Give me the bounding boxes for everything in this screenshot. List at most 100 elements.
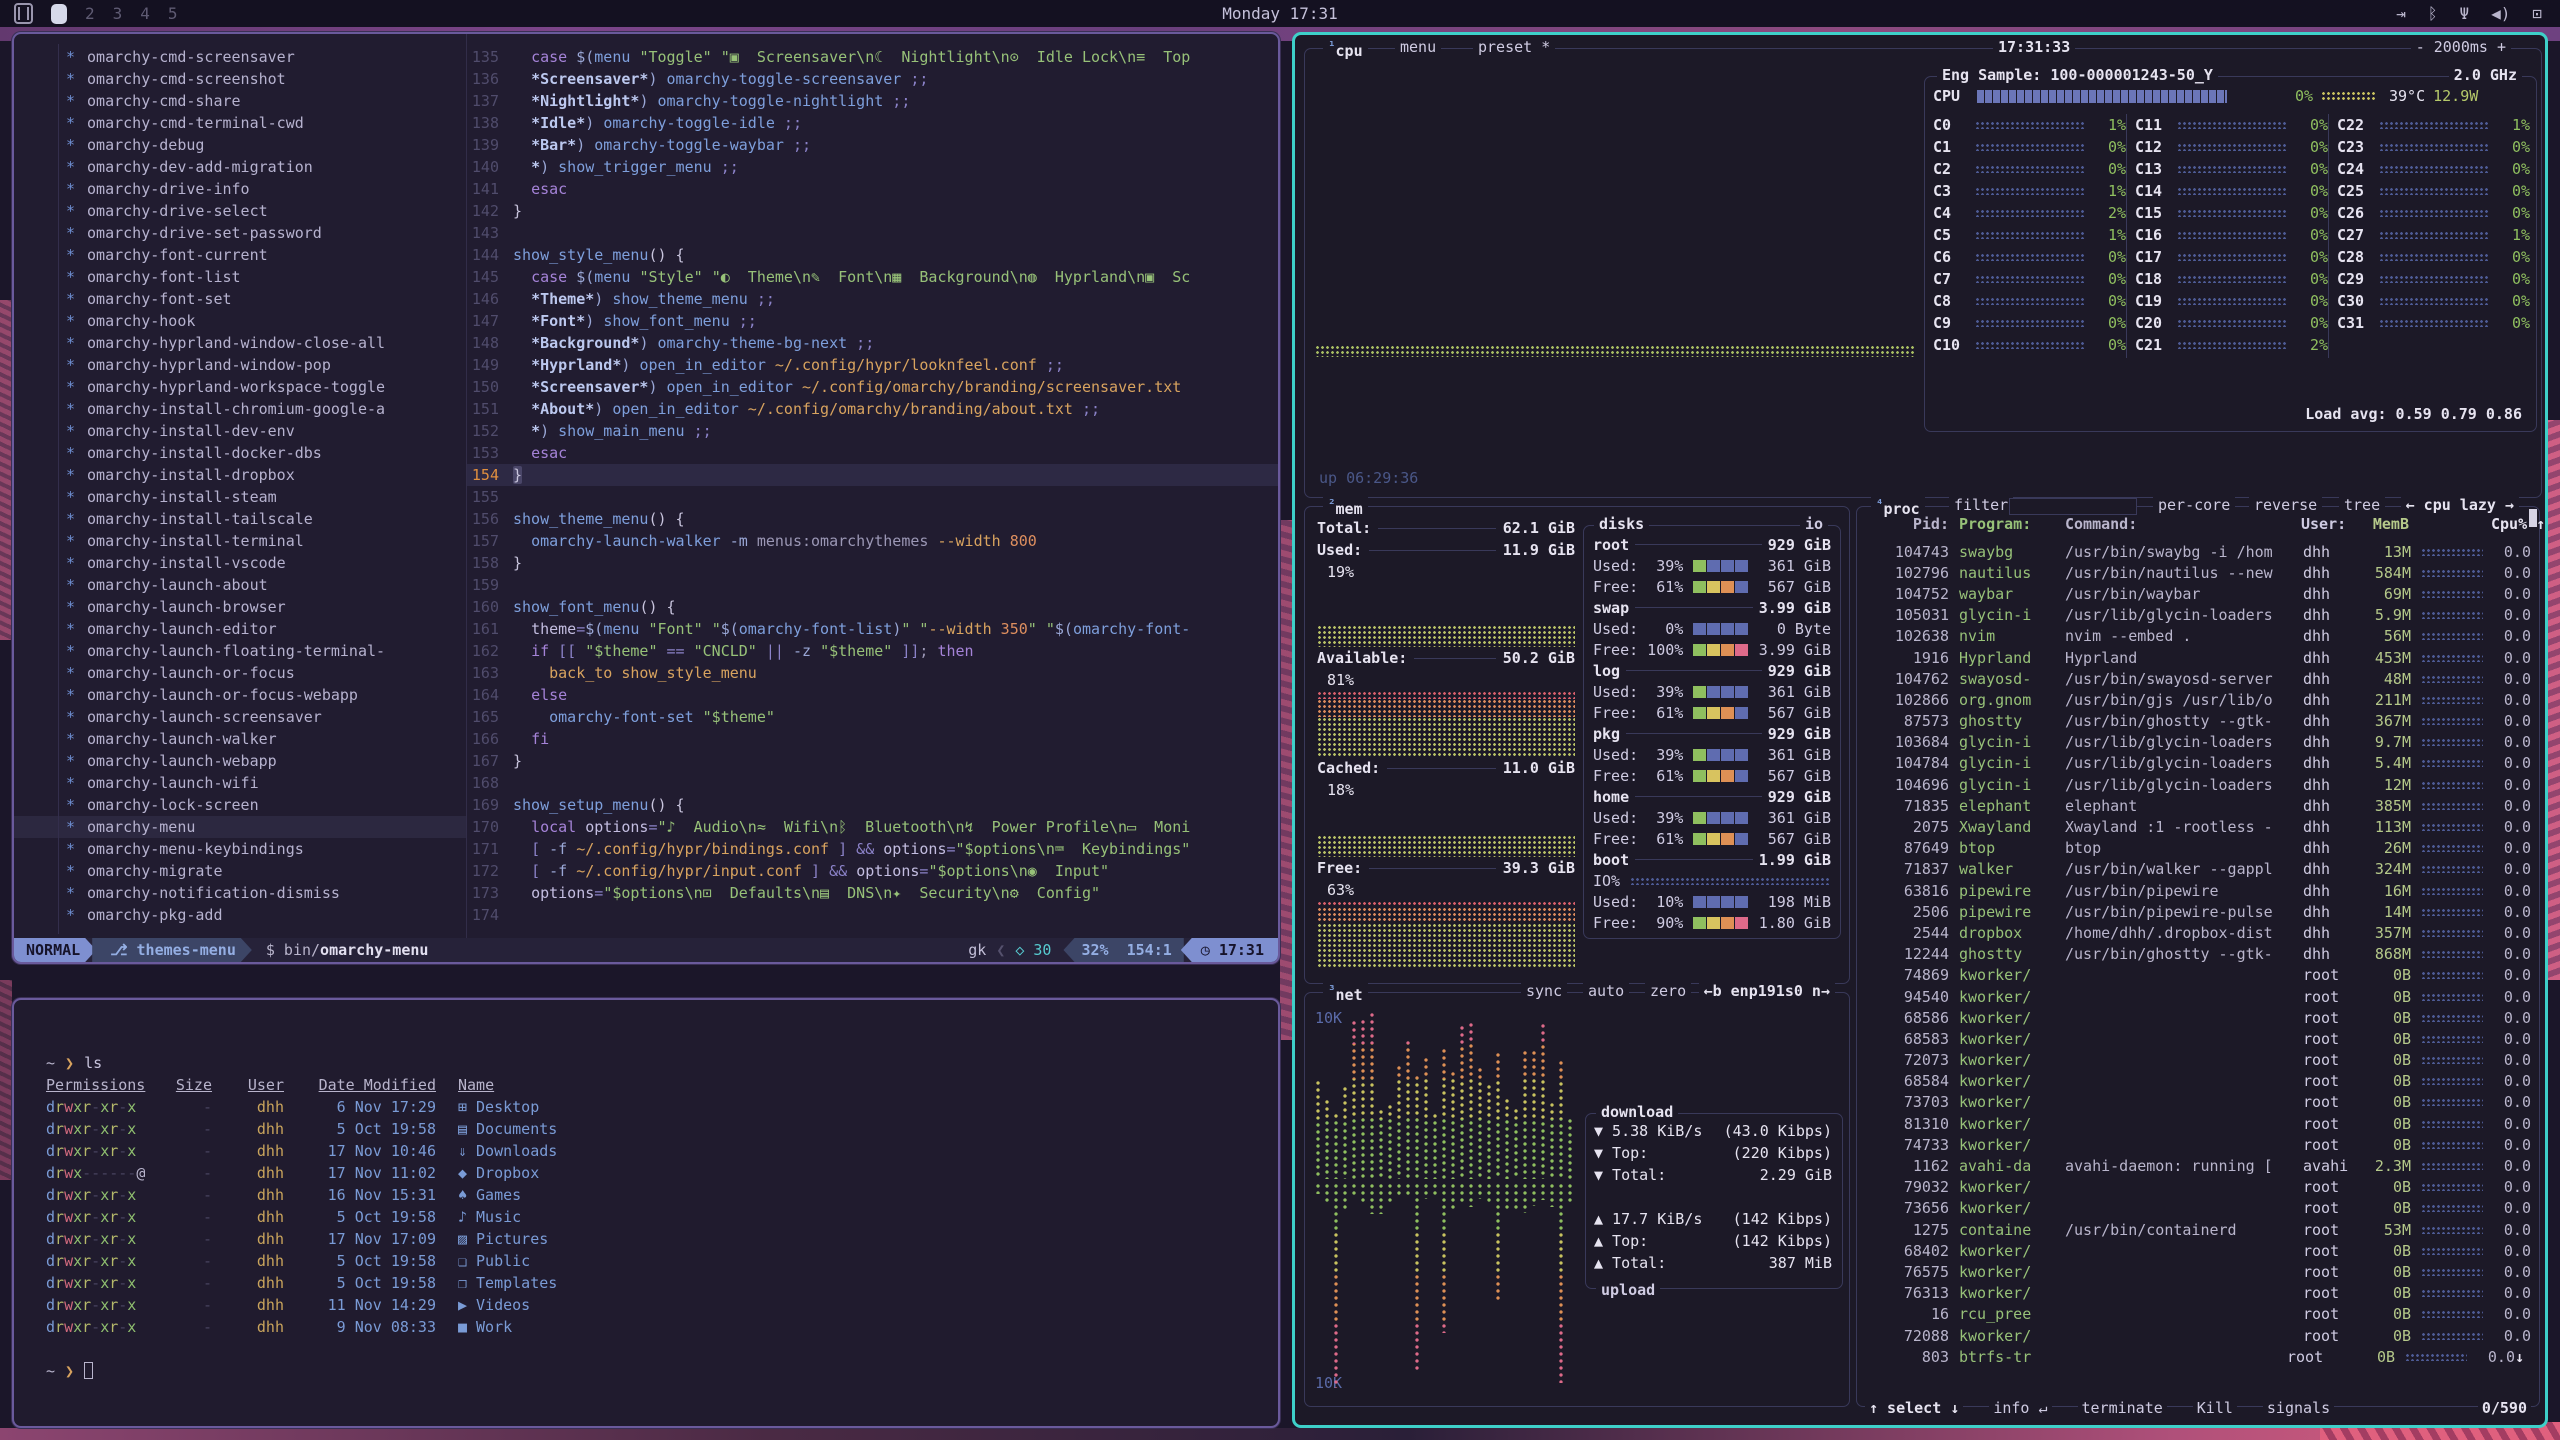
prompt-line-2[interactable]: ~ ❯	[46, 1360, 1278, 1382]
code-line[interactable]: 150 *Screensaver*) open_in_editor ~/.con…	[467, 376, 1278, 398]
terminal-window[interactable]: ~ ❯ ls PermissionsSizeUserDate ModifiedN…	[12, 998, 1280, 1428]
code-line[interactable]: 152 *) show_main_menu ;;	[467, 420, 1278, 442]
code-line[interactable]: 170 local options="♪ Audio\n≈ Wifi\nᛒ Bl…	[467, 816, 1278, 838]
file-item[interactable]: *omarchy-launch-about	[14, 574, 466, 596]
process-row[interactable]: 68584kworker/root0B0.0	[1867, 1071, 2531, 1092]
cpu-chip-icon[interactable]: ⊡	[2532, 4, 2542, 23]
file-item[interactable]: *omarchy-hyprland-window-pop	[14, 354, 466, 376]
code-line[interactable]: 139 *Bar*) omarchy-toggle-waybar ;;	[467, 134, 1278, 156]
code-line[interactable]: 146 *Theme*) show_theme_menu ;;	[467, 288, 1278, 310]
process-row[interactable]: 104762swayosd-/usr/bin/swayosd-serverdhh…	[1867, 668, 2531, 689]
file-item[interactable]: *omarchy-launch-browser	[14, 596, 466, 618]
process-row[interactable]: 105031glycin-i/usr/lib/glycin-loadersdhh…	[1867, 605, 2531, 626]
code-line[interactable]: 164 else	[467, 684, 1278, 706]
menu-button[interactable]: menu	[1395, 38, 1441, 56]
process-row[interactable]: 68583kworker/root0B0.0	[1867, 1028, 2531, 1049]
process-row[interactable]: 102796nautilus/usr/bin/nautilus --newdhh…	[1867, 562, 2531, 583]
file-item[interactable]: *omarchy-launch-wifi	[14, 772, 466, 794]
info-control[interactable]: info ↵	[1989, 1399, 2051, 1417]
code-line[interactable]: 135 case $(menu "Toggle" "▣ Screensaver\…	[467, 46, 1278, 68]
tab-mem[interactable]: ²mem	[1323, 496, 1368, 518]
process-row[interactable]: 103684glycin-i/usr/lib/glycin-loadersdhh…	[1867, 732, 2531, 753]
code-line[interactable]: 172 [ -f ~/.config/hypr/input.conf ] && …	[467, 860, 1278, 882]
file-item[interactable]: *omarchy-hyprland-window-close-all	[14, 332, 466, 354]
process-row[interactable]: 2075XwaylandXwayland :1 -rootless -dhh11…	[1867, 816, 2531, 837]
process-row[interactable]: 68586kworker/root0B0.0	[1867, 1007, 2531, 1028]
file-item[interactable]: *omarchy-menu	[14, 816, 466, 838]
tab-net[interactable]: ³net	[1323, 982, 1368, 1004]
workspace-5[interactable]: 5	[168, 4, 178, 23]
process-row[interactable]: 76575kworker/root0B0.0	[1867, 1261, 2531, 1282]
code-line[interactable]: 174	[467, 904, 1278, 926]
file-item[interactable]: *omarchy-drive-info	[14, 178, 466, 200]
process-row[interactable]: 2544dropbox/home/dhh/.dropbox-distdhh357…	[1867, 922, 2531, 943]
terminate-control[interactable]: terminate	[2078, 1399, 2167, 1417]
process-row[interactable]: 79032kworker/root0B0.0	[1867, 1177, 2531, 1198]
process-row[interactable]: 87649btopbtopdhh26M0.0	[1867, 838, 2531, 859]
file-item[interactable]: *omarchy-launch-walker	[14, 728, 466, 750]
process-row[interactable]: 73656kworker/root0B0.0	[1867, 1198, 2531, 1219]
file-item[interactable]: *omarchy-hook	[14, 310, 466, 332]
preset-button[interactable]: preset *	[1473, 38, 1555, 56]
code-line[interactable]: 151 *About*) open_in_editor ~/.config/om…	[467, 398, 1278, 420]
code-line[interactable]: 145 case $(menu "Style" "◐ Theme\n✎ Font…	[467, 266, 1278, 288]
code-line[interactable]: 143	[467, 222, 1278, 244]
process-row[interactable]: 1916HyprlandHyprlanddhh453M0.0	[1867, 647, 2531, 668]
code-line[interactable]: 136 *Screensaver*) omarchy-toggle-screen…	[467, 68, 1278, 90]
code-line[interactable]: 161 theme=$(menu "Font" "$(omarchy-font-…	[467, 618, 1278, 640]
code-line[interactable]: 156show_theme_menu() {	[467, 508, 1278, 530]
workspace-1-active[interactable]	[51, 4, 67, 24]
file-item[interactable]: *omarchy-hyprland-workspace-toggle	[14, 376, 466, 398]
file-item[interactable]: *omarchy-launch-floating-terminal-	[14, 640, 466, 662]
filter-button[interactable]: filter	[1949, 496, 2013, 514]
file-item[interactable]: *omarchy-cmd-share	[14, 90, 466, 112]
file-item[interactable]: *omarchy-debug	[14, 134, 466, 156]
process-row[interactable]: 104752waybar/usr/bin/waybardhh69M0.0	[1867, 583, 2531, 604]
file-item[interactable]: *omarchy-install-vscode	[14, 552, 466, 574]
tab-proc[interactable]: ⁴proc	[1871, 496, 1925, 518]
file-item[interactable]: *omarchy-install-chromium-google-a	[14, 398, 466, 420]
process-row[interactable]: 803btrfs-trroot0B0.0↓	[1867, 1346, 2531, 1367]
interval-control[interactable]: - 2000ms +	[2411, 38, 2511, 56]
file-item[interactable]: *omarchy-cmd-terminal-cwd	[14, 112, 466, 134]
reverse-button[interactable]: reverse	[2249, 496, 2322, 514]
code-line[interactable]: 163 back_to show_style_menu	[467, 662, 1278, 684]
code-line[interactable]: 162 if [[ "$theme" == "CNCLD" || -z "$th…	[467, 640, 1278, 662]
file-item[interactable]: *omarchy-launch-editor	[14, 618, 466, 640]
code-line[interactable]: 160show_font_menu() {	[467, 596, 1278, 618]
file-item[interactable]: *omarchy-lock-screen	[14, 794, 466, 816]
code-line[interactable]: 167}	[467, 750, 1278, 772]
code-line[interactable]: 168	[467, 772, 1278, 794]
process-row[interactable]: 68402kworker/root0B0.0	[1867, 1240, 2531, 1261]
code-line[interactable]: 159	[467, 574, 1278, 596]
code-line[interactable]: 144show_style_menu() {	[467, 244, 1278, 266]
workspace-2[interactable]: 2	[85, 4, 95, 23]
process-row[interactable]: 2506pipewire/usr/bin/pipewire-pulsedhh14…	[1867, 901, 2531, 922]
code-line[interactable]: 137 *Nightlight*) omarchy-toggle-nightli…	[467, 90, 1278, 112]
file-item[interactable]: *omarchy-cmd-screenshot	[14, 68, 466, 90]
file-item[interactable]: *omarchy-install-tailscale	[14, 508, 466, 530]
code-editor[interactable]: 135 case $(menu "Toggle" "▣ Screensaver\…	[466, 34, 1278, 938]
file-item[interactable]: *omarchy-pkg-add	[14, 904, 466, 926]
file-item[interactable]: *omarchy-dev-add-migration	[14, 156, 466, 178]
process-row[interactable]: 74733kworker/root0B0.0	[1867, 1134, 2531, 1155]
code-line[interactable]: 147 *Font*) show_font_menu ;;	[467, 310, 1278, 332]
code-line[interactable]: 165 omarchy-font-set "$theme"	[467, 706, 1278, 728]
file-item[interactable]: *omarchy-install-dropbox	[14, 464, 466, 486]
file-item[interactable]: *omarchy-install-steam	[14, 486, 466, 508]
file-item[interactable]: *omarchy-drive-select	[14, 200, 466, 222]
code-line[interactable]: 153 esac	[467, 442, 1278, 464]
code-line[interactable]: 141 esac	[467, 178, 1278, 200]
file-item[interactable]: *omarchy-font-list	[14, 266, 466, 288]
process-row[interactable]: 12244ghostty/usr/bin/ghostty --gtk-dhh86…	[1867, 944, 2531, 965]
code-line[interactable]: 138 *Idle*) omarchy-toggle-idle ;;	[467, 112, 1278, 134]
code-line[interactable]: 140 *) show_trigger_menu ;;	[467, 156, 1278, 178]
file-item[interactable]: *omarchy-cmd-screensaver	[14, 46, 466, 68]
process-row[interactable]: 73703kworker/root0B0.0	[1867, 1092, 2531, 1113]
file-item[interactable]: *omarchy-menu-keybindings	[14, 838, 466, 860]
process-row[interactable]: 16rcu_preeroot0B0.0	[1867, 1304, 2531, 1325]
code-line[interactable]: 149 *Hyprland*) open_in_editor ~/.config…	[467, 354, 1278, 376]
file-tree[interactable]: *omarchy-cmd-screensaver*omarchy-cmd-scr…	[14, 34, 466, 938]
process-row[interactable]: 102866org.gnom/usr/bin/gjs /usr/lib/odhh…	[1867, 689, 2531, 710]
process-row[interactable]: 76313kworker/root0B0.0	[1867, 1283, 2531, 1304]
